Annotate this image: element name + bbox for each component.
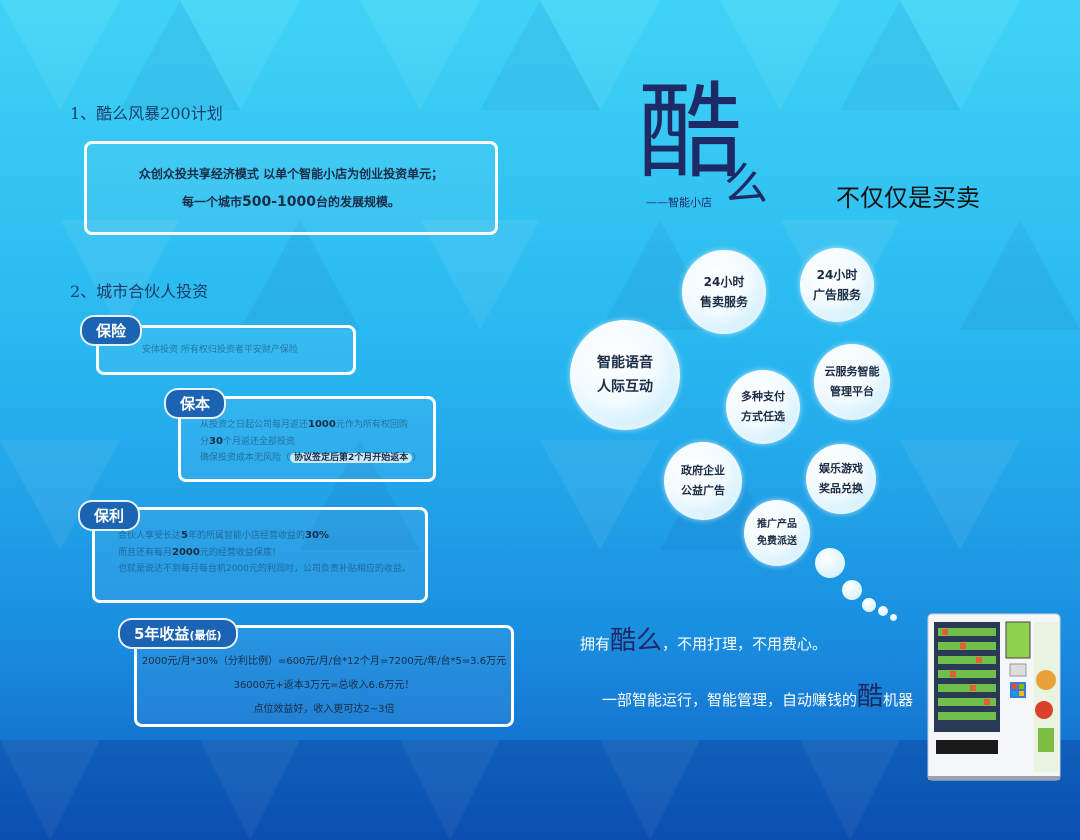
capital-line1: 从投资之日起公司每月返还1000元作为所有权回购 xyxy=(200,419,408,430)
insurance-pill: 保险 xyxy=(80,315,143,346)
capital-pill: 保本 xyxy=(164,388,227,419)
vending-machine-illustration xyxy=(927,613,1061,781)
thought-dot xyxy=(815,548,845,578)
brand-tagline: 不仅仅是买卖 xyxy=(836,184,980,212)
brand-char-me: 么 xyxy=(724,159,768,210)
plan-box: 众创众投共享经济模式 以单个智能小店为创业投资单元； 每一个城市500-1000… xyxy=(84,141,498,235)
income-line3: 点位效益好，收入更可达2~3倍 xyxy=(253,704,395,715)
thought-dot xyxy=(890,614,897,621)
bubble-games-prizes: 娱乐游戏 奖品兑换 xyxy=(806,444,876,514)
bubble-cloud-platform: 云服务智能 管理平台 xyxy=(814,344,890,420)
income-line2: 36000元+返本3万元=总收入6.6万元！ xyxy=(233,680,415,691)
profit-line1: 合伙人享受长达5年的所属智能小店经营收益的30% xyxy=(118,530,329,541)
insurance-text: 安体投资 所有权归投资者平安财产保险 xyxy=(142,345,298,355)
section1-title: 1、酷么风暴200计划 xyxy=(70,104,223,123)
profit-line2: 而且还有每月2000元的经营收益保底！ xyxy=(118,547,281,558)
bubble-public-ads: 政府企业 公益广告 xyxy=(664,442,742,520)
bubble-payment-methods: 多种支付 方式任选 xyxy=(726,370,800,444)
thought-dot xyxy=(878,606,888,616)
slogan-1: 拥有酷么，不用打理，不用费心。 xyxy=(580,626,828,656)
income-calc: 2000元/月*30%（分利比例）=600元/月/台*12个月=7200元/年/… xyxy=(138,650,510,722)
capital-line3: 确保投资成本无风险（ 协议签定后第2个月开始返本） xyxy=(200,453,422,463)
plan-line1: 众创众投共享经济模式 以单个智能小店为创业投资单元； xyxy=(138,167,444,181)
income-line1: 2000元/月*30%（分利比例）=600元/月/台*12个月=7200元/年/… xyxy=(141,656,507,667)
brand-subtitle: ——智能小店 xyxy=(646,196,712,209)
bubble-voice-interaction: 智能语音 人际互动 xyxy=(570,320,680,430)
thought-dot xyxy=(842,580,862,600)
bubble-24h-sales: 24小时 售卖服务 xyxy=(682,250,766,334)
thought-dot xyxy=(862,598,876,612)
slogan-2: 一部智能运行，智能管理，自动赚钱的酷机器 xyxy=(602,682,914,712)
section2-title: 2、城市合伙人投资 xyxy=(70,282,209,301)
capital-line2: 分30个月返还全部投资 xyxy=(200,436,295,447)
bubble-free-samples: 推广产品 免费派送 xyxy=(744,500,810,566)
bubble-24h-ads: 24小时 广告服务 xyxy=(800,248,874,322)
income-pill: 5年收益(最低) xyxy=(118,618,238,649)
profit-line3: 也就是说达不到每月每台机2000元的利润时，公司负责补贴相应的收益。 xyxy=(118,564,411,574)
plan-line2: 每一个城市500-1000台的发展规模。 xyxy=(181,194,401,210)
